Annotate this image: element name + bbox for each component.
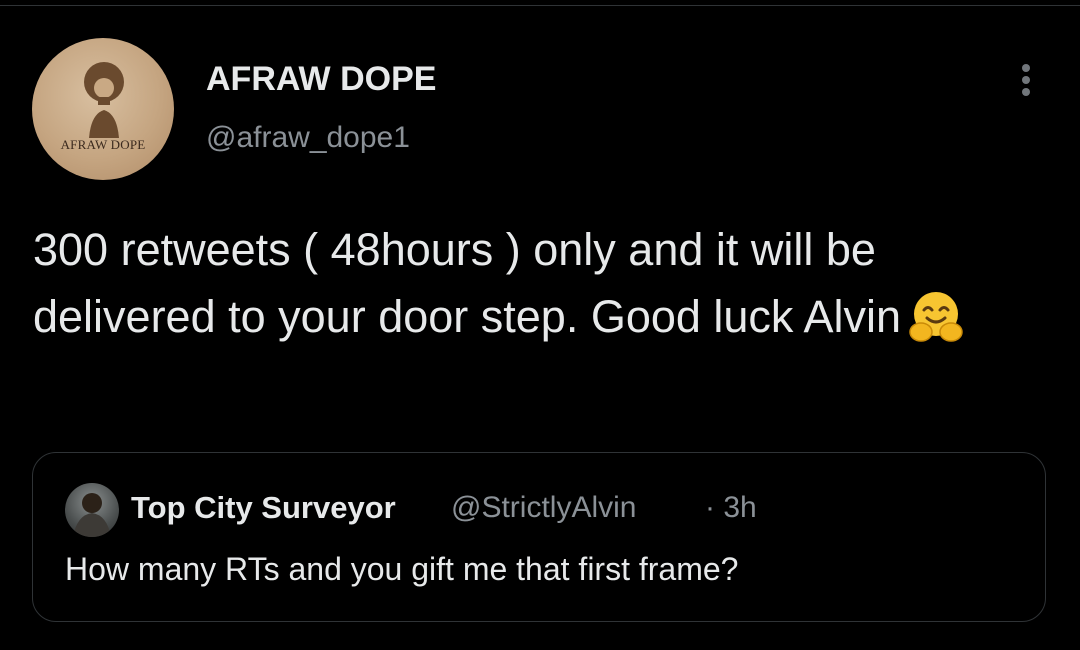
author-display-name[interactable]: AFRAW DOPE xyxy=(206,60,436,99)
more-dot-icon xyxy=(1022,64,1030,72)
more-dot-icon xyxy=(1022,88,1030,96)
more-options-button[interactable] xyxy=(1006,60,1046,100)
quoted-timestamp[interactable]: · 3h xyxy=(705,491,757,525)
quoted-display-name[interactable]: Top City Surveyor xyxy=(131,490,396,526)
avatar-logo-text: AFRAW DOPE xyxy=(60,137,146,152)
quoted-tweet-text: How many RTs and you gift me that first … xyxy=(65,551,739,587)
tweet-text: 300 retweets ( 48hours ) only and it wil… xyxy=(33,224,901,342)
quoted-handle[interactable]: @StrictlyAlvin xyxy=(451,491,636,525)
afro-silhouette-icon xyxy=(84,62,124,138)
quoted-author-avatar[interactable] xyxy=(65,483,119,537)
hugging-face-emoji-icon xyxy=(909,292,963,342)
quoted-tweet-card[interactable]: Top City Surveyor @StrictlyAlvin · 3h Ho… xyxy=(32,452,1046,622)
top-divider xyxy=(0,5,1080,6)
tweet-body: 300 retweets ( 48hours ) only and it wil… xyxy=(33,216,1053,350)
author-handle[interactable]: @afraw_dope1 xyxy=(206,121,410,155)
person-photo-icon xyxy=(73,493,111,537)
author-avatar[interactable]: AFRAW DOPE xyxy=(32,38,174,180)
more-dot-icon xyxy=(1022,76,1030,84)
